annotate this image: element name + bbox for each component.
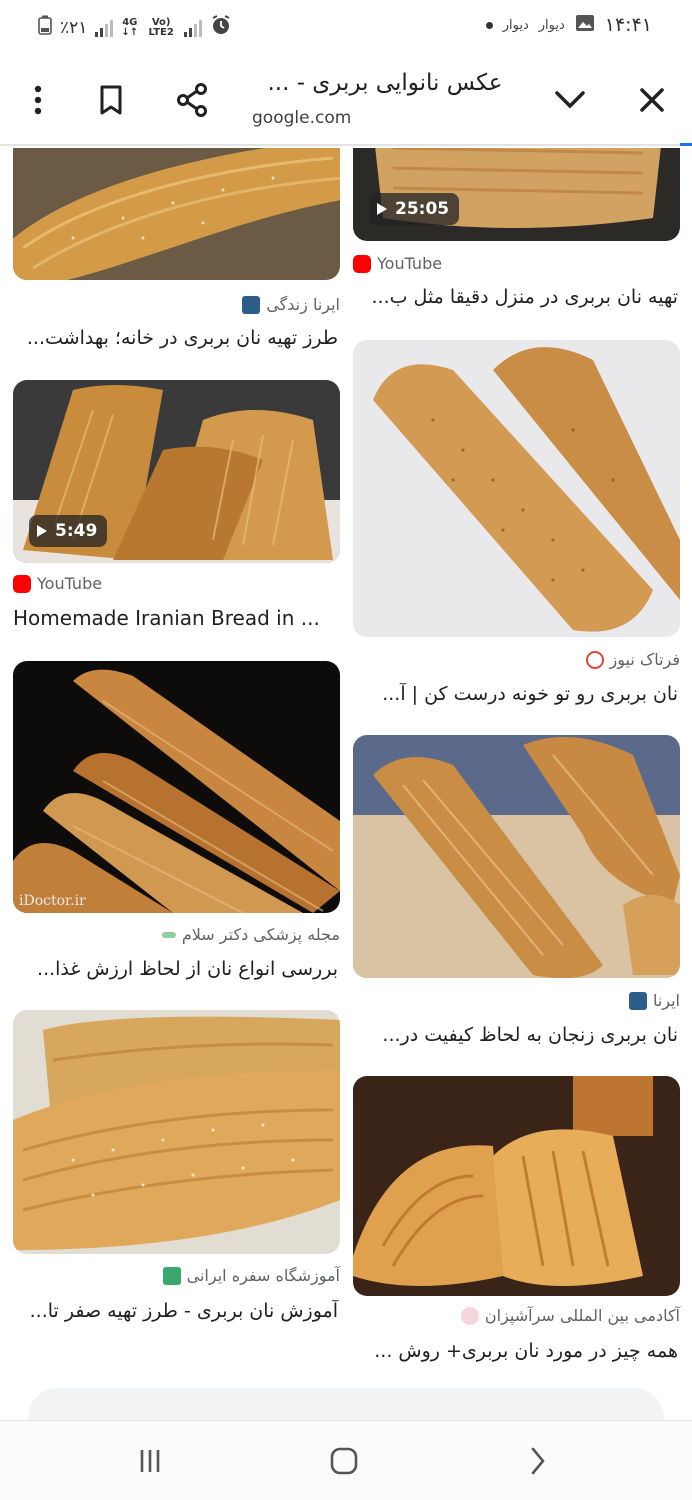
result-source: مجله پزشکی دکتر سلام <box>13 925 340 944</box>
site-favicon-icon <box>628 991 647 1010</box>
result-caption[interactable]: طرز تهیه نان بربری در خانه؛ بهداشت... <box>13 327 340 349</box>
play-icon <box>377 203 387 215</box>
network-lte: Vo) LTE2 <box>148 16 174 38</box>
system-nav-bar <box>0 1420 692 1500</box>
signal-2-icon <box>184 19 203 37</box>
result-image[interactable]: 25:05 <box>353 148 680 241</box>
page-title: عکس نانوایی بربری - ... <box>267 70 503 96</box>
image-results: ایرنا زندگی طرز تهیه نان بربری در خانه؛ … <box>0 148 692 1420</box>
result-image[interactable] <box>353 1076 680 1296</box>
result-caption[interactable]: همه چیز در مورد نان بربری+ روش ... <box>353 1340 680 1362</box>
result-source: فرتاک نیوز <box>353 650 680 669</box>
result-image[interactable]: iDoctor.ir <box>13 661 340 913</box>
signal-1-icon <box>95 19 114 37</box>
gallery-icon <box>575 14 595 36</box>
result-caption[interactable]: آموزش نان بربری - طرز تهیه صفر تا... <box>13 1300 340 1322</box>
load-progress <box>680 143 692 146</box>
custom-tab-toolbar: عکس نانوایی بربری - ... google.com <box>0 52 692 146</box>
result-source: ایرنا زندگی <box>13 295 340 314</box>
home-icon[interactable] <box>324 1443 364 1479</box>
result-source: آکادمی بین المللی سرآشپزان <box>353 1306 680 1325</box>
status-bar: ٪۲۱ 4G ↓↑ Vo) LTE2 دیوار دیوار ۱۴:۴۱ <box>0 0 692 52</box>
site-favicon-icon <box>242 295 261 314</box>
recent-apps-icon[interactable] <box>130 1443 170 1479</box>
site-favicon-icon <box>585 650 604 669</box>
close-icon[interactable] <box>630 78 674 122</box>
result-source: YouTube <box>353 254 680 273</box>
bookmark-icon[interactable] <box>89 78 133 122</box>
site-favicon-icon <box>162 1266 181 1285</box>
result-caption[interactable]: بررسی انواع نان از لحاظ ارزش غذا... <box>13 958 340 980</box>
more-vert-icon[interactable] <box>16 78 60 122</box>
result-image[interactable] <box>13 1010 340 1254</box>
site-favicon-icon <box>161 931 176 938</box>
result-image[interactable] <box>353 735 680 978</box>
battery-icon <box>38 15 52 40</box>
more-results-button[interactable] <box>28 1388 664 1420</box>
result-caption[interactable]: Homemade Iranian Bread in ... <box>13 606 340 630</box>
result-caption[interactable]: نان بربری زنجان به لحاظ کیفیت در... <box>353 1024 680 1046</box>
back-icon[interactable] <box>518 1443 558 1479</box>
result-caption[interactable]: نان بربری رو تو خونه درست کن | آ... <box>353 683 680 705</box>
battery-percent: ٪۲۱ <box>60 17 88 38</box>
network-4g: 4G ↓↑ <box>121 16 139 38</box>
video-duration: 5:49 <box>29 515 108 547</box>
alarm-icon <box>210 14 232 41</box>
youtube-icon <box>353 254 371 273</box>
share-icon[interactable] <box>170 78 214 122</box>
result-caption[interactable]: تهیه نان بربری در منزل دقیقا مثل ب... <box>353 286 680 308</box>
image-watermark: iDoctor.ir <box>19 893 86 909</box>
notification-dot-icon <box>485 21 493 29</box>
video-duration: 25:05 <box>369 193 460 225</box>
result-image[interactable]: 5:49 <box>13 380 340 563</box>
notification-label-2: دیوار <box>538 17 565 33</box>
clock: ۱۴:۴۱ <box>604 14 652 36</box>
result-image[interactable] <box>13 148 340 280</box>
site-favicon-icon <box>460 1306 479 1325</box>
chevron-down-icon[interactable] <box>548 78 592 122</box>
notification-label-1: دیوار <box>502 17 529 33</box>
play-icon <box>37 525 47 537</box>
result-source: آموزشگاه سفره ایرانی <box>13 1266 340 1285</box>
result-source: ایرنا <box>353 991 680 1010</box>
result-source: YouTube <box>13 574 340 593</box>
status-right: دیوار دیوار ۱۴:۴۱ <box>485 14 652 36</box>
result-image[interactable] <box>353 340 680 637</box>
status-left: ٪۲۱ 4G ↓↑ Vo) LTE2 <box>38 14 232 41</box>
page-url: google.com <box>252 108 352 128</box>
youtube-icon <box>13 574 31 593</box>
